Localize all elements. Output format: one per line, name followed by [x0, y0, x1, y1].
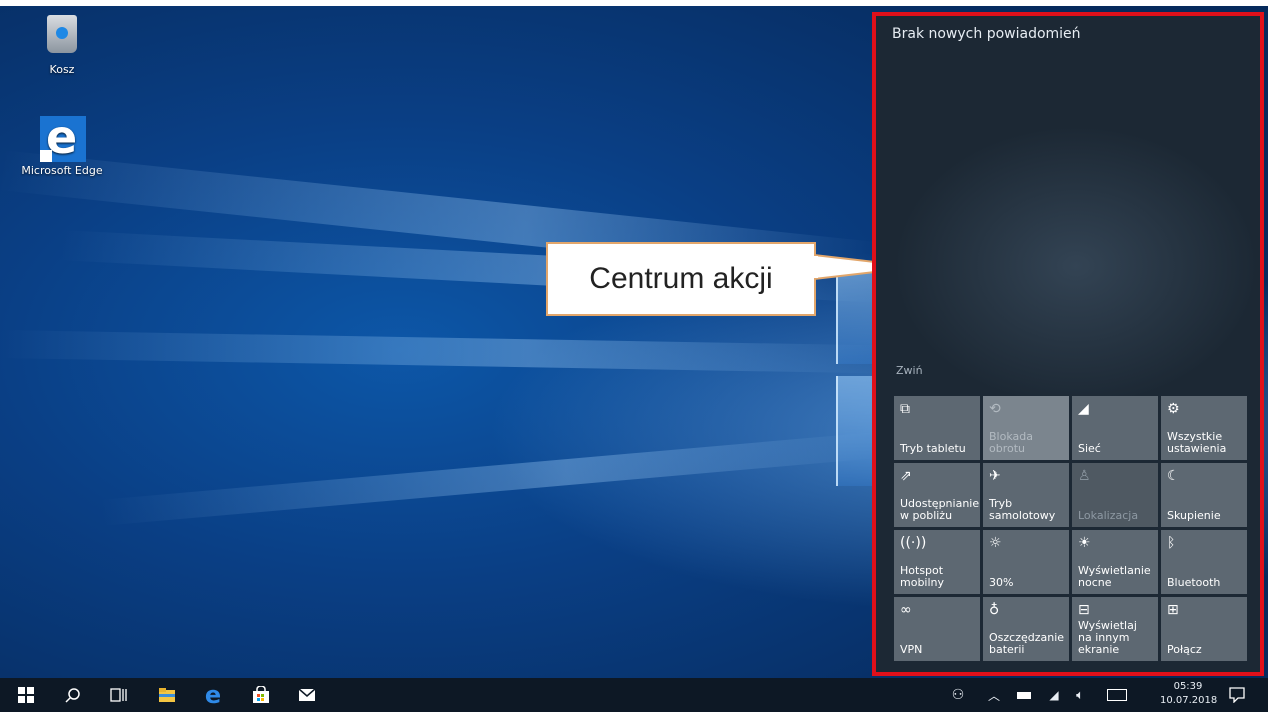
rotation-lock-icon: ⟲ [989, 401, 1001, 417]
tablet-mode-icon: ⧉ [900, 401, 910, 417]
collapse-link[interactable]: Zwiń [896, 364, 923, 377]
desktop[interactable]: Kosz e Microsoft Edge Centrum akcji Brak… [0, 0, 1268, 712]
quick-action-label: Wszystkie ustawienia [1167, 430, 1227, 455]
keyboard-tray-button[interactable] [1102, 678, 1132, 712]
quick-action-tile[interactable]: ⇗ Udostępnianie w pobliżu [894, 463, 980, 527]
quick-action-tile[interactable]: ♙ Lokalizacja [1072, 463, 1158, 527]
search-button[interactable] [56, 678, 90, 712]
recycle-bin-icon [40, 15, 84, 59]
notification-icon [1229, 687, 1245, 703]
clock[interactable]: 05:39 10.07.2018 [1160, 680, 1218, 708]
desktop-icon-recycle-bin[interactable]: Kosz [17, 12, 107, 76]
taskbar: e ⚇ ︿ ◢ 🔈︎ 05:39 10.07.2018 [0, 678, 1268, 712]
show-hidden-icons-button[interactable]: ︿ [982, 678, 1006, 712]
callout-label: Centrum akcji [589, 262, 773, 295]
callout-box: Centrum akcji [546, 242, 816, 316]
vpn-icon: ∞ [900, 602, 912, 618]
task-view-button[interactable] [102, 678, 136, 712]
quick-action-label: Udostępnianie w pobliżu [900, 497, 980, 522]
notifications-title: Brak nowych powiadomień [892, 26, 1081, 42]
quick-action-label: Wyświetlaj na innym ekranie [1078, 619, 1137, 656]
quick-action-label: Hotspot mobilny [900, 564, 945, 589]
quick-action-label: 30% [989, 576, 1014, 589]
keyboard-icon [1107, 689, 1127, 701]
quick-action-label: Oszczędzanie baterii [989, 631, 1065, 656]
people-icon: ⚇ [951, 687, 965, 703]
clock-time: 05:39 [1173, 681, 1203, 692]
quick-action-tile[interactable]: ⊞ Połącz [1161, 597, 1247, 661]
wallpaper-beam [98, 432, 879, 526]
quick-action-tile[interactable]: ⚙ Wszystkie ustawienia [1161, 396, 1247, 460]
desktop-icon-label: Kosz [49, 63, 75, 76]
quick-action-tile[interactable]: ⟲ Blokada obrotu [983, 396, 1069, 460]
speaker-icon: 🔈︎ [1076, 687, 1084, 703]
edge-taskbar-button[interactable]: e [196, 678, 230, 712]
bluetooth-icon: ᛒ [1167, 535, 1176, 551]
quick-action-tile[interactable]: ☾ Skupienie [1161, 463, 1247, 527]
clock-date: 10.07.2018 [1160, 695, 1218, 706]
quick-action-tile[interactable]: ⊟ Wyświetlaj na innym ekranie [1072, 597, 1158, 661]
mail-icon [298, 688, 316, 701]
quick-action-label: Sieć [1078, 442, 1101, 455]
chevron-up-icon: ︿ [987, 688, 1000, 703]
nearby-sharing-icon: ⇗ [900, 468, 912, 484]
night-light-icon: ☀ [1078, 535, 1091, 551]
focus-moon-icon: ☾ [1167, 468, 1180, 484]
quick-action-label: VPN [900, 643, 923, 656]
quick-action-tile[interactable]: ((·)) Hotspot mobilny [894, 530, 980, 594]
network-tray-button[interactable]: ◢ [1042, 678, 1066, 712]
store-button[interactable] [244, 678, 278, 712]
task-view-icon [110, 688, 127, 702]
quick-actions-grid: ⧉ Tryb tabletu ⟲ Blokada obrotu ◢ Sieć ⚙ Wszyst… [894, 396, 1247, 661]
quick-action-label: Tryb samolotowy [989, 497, 1056, 522]
quick-action-tile[interactable]: ☼ 30% [983, 530, 1069, 594]
quick-action-tile[interactable]: ⧉ Tryb tabletu [894, 396, 980, 460]
project-icon: ⊟ [1078, 602, 1090, 618]
wallpaper-beam [0, 330, 881, 374]
quick-action-label: Skupienie [1167, 509, 1221, 522]
airplane-icon: ✈ [989, 468, 1001, 484]
quick-action-label: Blokada obrotu [989, 430, 1033, 455]
quick-action-label: Bluetooth [1167, 576, 1221, 589]
quick-action-tile[interactable]: ᛒ Bluetooth [1161, 530, 1247, 594]
mail-button[interactable] [290, 678, 324, 712]
edge-icon: e [40, 110, 86, 164]
desktop-icon-label: Microsoft Edge [21, 164, 103, 177]
quick-action-tile[interactable]: ∞ VPN [894, 597, 980, 661]
quick-action-label: Połącz [1167, 643, 1202, 656]
search-icon [65, 688, 80, 703]
settings-gear-icon: ⚙ [1167, 401, 1180, 417]
action-center-button[interactable] [1220, 678, 1254, 712]
quick-action-tile[interactable]: ☀ Wyświetlanie nocne [1072, 530, 1158, 594]
action-center-panel[interactable]: Brak nowych powiadomień Zwiń ⧉ Tryb table… [872, 12, 1264, 676]
connect-icon: ⊞ [1167, 602, 1179, 618]
top-edge [0, 0, 1268, 6]
people-button[interactable]: ⚇ [944, 678, 972, 712]
desktop-icon-edge[interactable]: e Microsoft Edge [17, 110, 107, 177]
store-bag-icon [253, 686, 269, 703]
quick-action-tile[interactable]: ◢ Sieć [1072, 396, 1158, 460]
brightness-icon: ☼ [989, 535, 1002, 551]
battery-icon [1017, 691, 1031, 699]
quick-action-tile[interactable]: ✈ Tryb samolotowy [983, 463, 1069, 527]
quick-action-label: Wyświetlanie nocne [1078, 564, 1151, 589]
quick-action-tile[interactable]: ♁ Oszczędzanie baterii [983, 597, 1069, 661]
edge-icon: e [204, 681, 222, 709]
file-explorer-button[interactable] [150, 678, 184, 712]
battery-tray-button[interactable] [1012, 678, 1036, 712]
folder-icon [159, 688, 175, 702]
start-button[interactable] [8, 678, 44, 712]
battery-saver-icon: ♁ [989, 602, 1000, 618]
wifi-icon: ◢ [1049, 688, 1059, 702]
windows-logo-icon [18, 687, 34, 703]
quick-action-label: Tryb tabletu [900, 442, 966, 455]
hotspot-icon: ((·)) [900, 535, 927, 551]
network-icon: ◢ [1078, 401, 1089, 417]
quick-action-label: Lokalizacja [1078, 509, 1139, 522]
location-icon: ♙ [1078, 468, 1091, 484]
volume-tray-button[interactable]: 🔈︎ [1068, 678, 1092, 712]
